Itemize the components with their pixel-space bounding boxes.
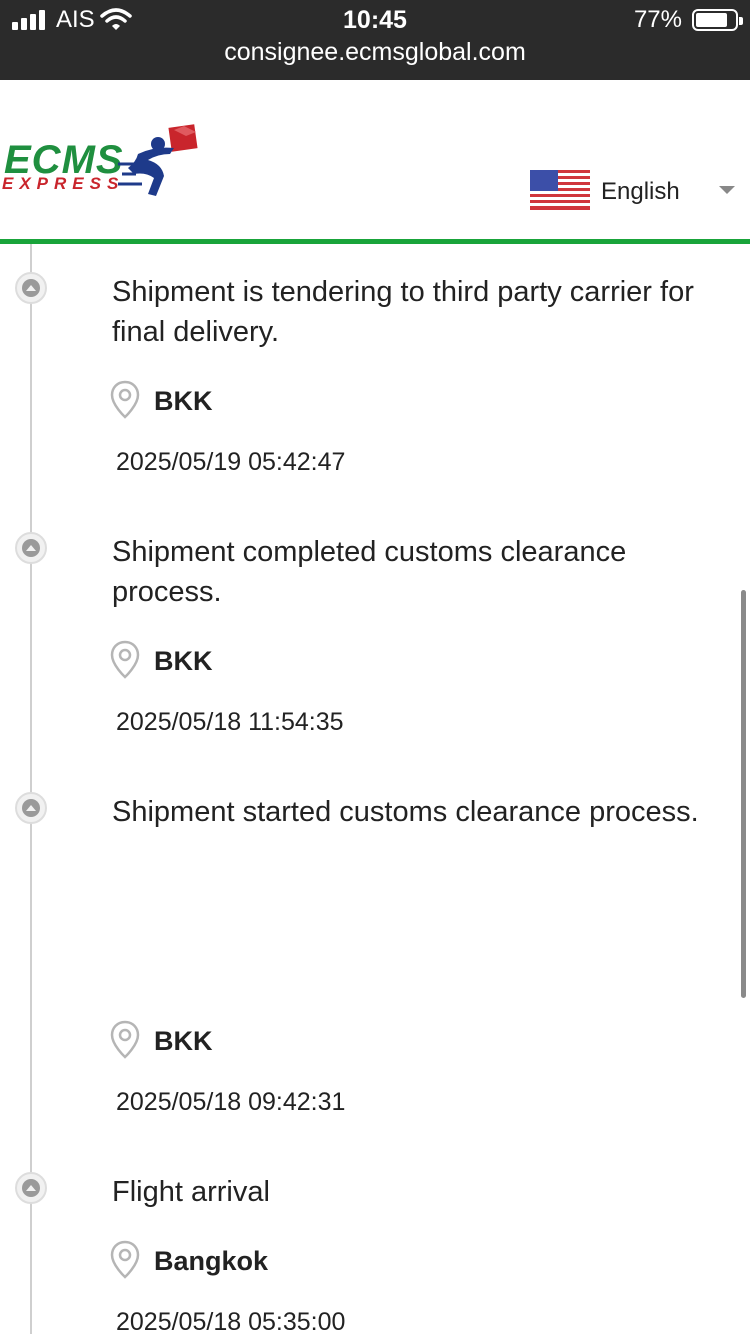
- timeline-node-icon[interactable]: [15, 1172, 47, 1204]
- delivery-runner-icon: [118, 124, 198, 196]
- timeline-line: [30, 244, 32, 1334]
- event-timestamp: 2025/05/18 05:35:00: [116, 1308, 346, 1334]
- event-timestamp: 2025/05/18 09:42:31: [116, 1088, 346, 1116]
- language-label: English: [601, 178, 680, 205]
- location-pin-icon: [110, 1020, 140, 1059]
- event-description: Flight arrival: [112, 1176, 270, 1208]
- event-location-text: BKK: [154, 386, 213, 416]
- status-bar: AIS 10:45 77% consignee.ecmsglobal.com: [0, 0, 750, 80]
- address-bar-url[interactable]: consignee.ecmsglobal.com: [0, 38, 750, 67]
- event-location-text: Bangkok: [154, 1246, 269, 1276]
- timeline-node-icon[interactable]: [15, 792, 47, 824]
- location-pin-icon: [110, 640, 140, 679]
- battery-icon: [692, 9, 743, 31]
- location-pin-icon: [110, 1240, 140, 1279]
- chevron-down-icon: [719, 186, 735, 194]
- timeline-node-icon[interactable]: [15, 532, 47, 564]
- location-pin-icon: [110, 380, 140, 419]
- tracking-timeline: Shipment is tendering to third party car…: [0, 244, 750, 1334]
- event-location-text: BKK: [154, 646, 213, 676]
- battery-percent: 77%: [633, 6, 682, 33]
- page-scrollbar[interactable]: [741, 590, 746, 998]
- ecms-express-logo[interactable]: ECMS EXPRESS: [0, 120, 210, 210]
- us-flag-icon: [530, 170, 590, 210]
- language-selector[interactable]: English: [530, 168, 745, 212]
- logo-subtext: EXPRESS: [2, 174, 125, 193]
- event-timestamp: 2025/05/19 05:42:47: [116, 448, 346, 476]
- event-description: Shipment started customs clearance proce…: [112, 796, 699, 828]
- event-location-text: BKK: [154, 1026, 213, 1056]
- event-description: Shipment is tendering to third party car…: [112, 276, 694, 348]
- event-timestamp: 2025/05/18 11:54:35: [116, 708, 344, 736]
- event-description: Shipment completed customs clearance pro…: [112, 536, 627, 608]
- timeline-node-icon[interactable]: [15, 272, 47, 304]
- site-header: ECMS EXPRESS English: [0, 80, 750, 240]
